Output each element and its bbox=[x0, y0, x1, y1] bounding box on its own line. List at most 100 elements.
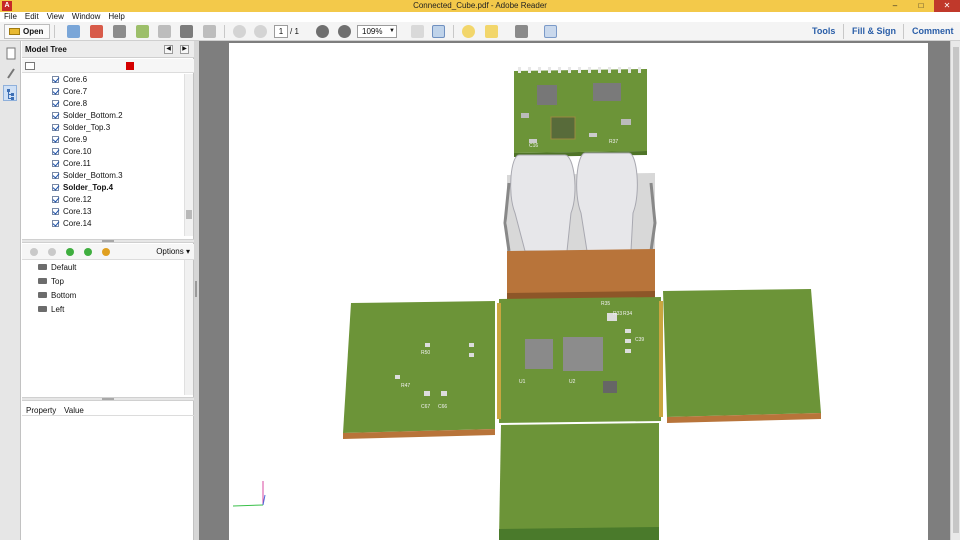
model-tree-header: Model Tree ◀ ▶ bbox=[22, 41, 194, 58]
page-thumbnails-icon[interactable] bbox=[3, 45, 17, 61]
right-pcb-board bbox=[663, 289, 821, 417]
menu-edit[interactable]: Edit bbox=[21, 12, 43, 22]
board-label: R50 bbox=[421, 350, 430, 356]
previous-page-icon[interactable] bbox=[233, 25, 246, 38]
home-icon[interactable] bbox=[102, 248, 110, 256]
comment-button[interactable]: Comment bbox=[912, 26, 954, 37]
checkbox-icon[interactable] bbox=[52, 184, 59, 191]
pdf-page[interactable]: R50 R47 C67 C66 R35 R33 R34 C39 U1 U2 C1… bbox=[229, 43, 928, 540]
tree-item[interactable]: Solder_Bottom.3 bbox=[52, 170, 123, 182]
tree-item[interactable]: Core.13 bbox=[52, 206, 91, 218]
delete-view-icon[interactable] bbox=[48, 248, 56, 256]
email-icon[interactable] bbox=[203, 25, 216, 38]
zoom-out-icon[interactable] bbox=[316, 25, 329, 38]
tree-item[interactable]: Solder_Bottom.2 bbox=[52, 110, 123, 122]
checkbox-icon[interactable] bbox=[52, 136, 59, 143]
tree-item[interactable]: Solder_Top.3 bbox=[52, 122, 110, 134]
color-picker-icon[interactable] bbox=[126, 62, 134, 70]
tree-item-label: Core.14 bbox=[63, 219, 92, 228]
tree-item[interactable]: Core.9 bbox=[52, 134, 87, 146]
expand-panel-icon[interactable]: ▶ bbox=[180, 45, 189, 54]
document-area: R50 R47 C67 C66 R35 R33 R34 C39 U1 U2 C1… bbox=[199, 41, 960, 540]
checkbox-icon[interactable] bbox=[52, 112, 59, 119]
checkbox-icon[interactable] bbox=[52, 148, 59, 155]
checkbox-icon[interactable] bbox=[52, 100, 59, 107]
fit-width-icon[interactable] bbox=[432, 25, 445, 38]
tree-item-label: Core.6 bbox=[63, 75, 88, 84]
minimize-button[interactable]: – bbox=[882, 0, 908, 12]
cloud-upload-icon[interactable] bbox=[136, 25, 149, 38]
navigation-pane bbox=[0, 41, 21, 540]
expand-icon[interactable] bbox=[515, 25, 528, 38]
view-item-top[interactable]: Top bbox=[38, 275, 64, 288]
checkbox-icon[interactable] bbox=[52, 172, 59, 179]
view-item-default[interactable]: Default bbox=[38, 261, 76, 274]
tree-options-icon[interactable] bbox=[25, 62, 35, 70]
tree-item[interactable]: Core.11 bbox=[52, 158, 91, 170]
add-view-icon[interactable] bbox=[30, 248, 38, 256]
view-item-left[interactable]: Left bbox=[38, 303, 64, 316]
views-scrollbar[interactable] bbox=[184, 260, 193, 395]
close-button[interactable]: ✕ bbox=[934, 0, 960, 12]
hand-tool-icon[interactable] bbox=[544, 25, 557, 38]
zoom-select[interactable]: 109% ▼ bbox=[357, 25, 397, 38]
menu-view[interactable]: View bbox=[43, 12, 68, 22]
ic-chip bbox=[525, 339, 553, 369]
fit-page-icon[interactable] bbox=[411, 25, 424, 38]
tree-item-selected[interactable]: Solder_Top.4 bbox=[52, 182, 113, 194]
fill-sign-button[interactable]: Fill & Sign bbox=[852, 26, 896, 37]
menu-file[interactable]: File bbox=[0, 12, 21, 22]
checkbox-icon[interactable] bbox=[52, 88, 59, 95]
board-label: C67 bbox=[421, 404, 430, 410]
options-dropdown[interactable]: Options ▾ bbox=[156, 247, 190, 257]
checkbox-icon[interactable] bbox=[52, 196, 59, 203]
model-tree-icon[interactable] bbox=[3, 85, 17, 101]
tree-scrollbar[interactable] bbox=[184, 74, 193, 236]
board-label: R33 bbox=[613, 311, 622, 317]
play-icon[interactable] bbox=[66, 248, 74, 256]
tree-item[interactable]: Core.14 bbox=[52, 218, 91, 230]
highlight-icon[interactable] bbox=[485, 25, 498, 38]
tree-item-label: Solder_Bottom.2 bbox=[63, 111, 123, 120]
open-button[interactable]: Open bbox=[4, 24, 51, 39]
menu-window[interactable]: Window bbox=[68, 12, 104, 22]
checkbox-icon[interactable] bbox=[52, 160, 59, 167]
views-toolbar: Options ▾ bbox=[22, 244, 194, 260]
3d-model-viewport[interactable]: R50 R47 C67 C66 R35 R33 R34 C39 U1 U2 C1… bbox=[229, 43, 928, 540]
create-pdf-icon[interactable] bbox=[67, 25, 80, 38]
page-number-input[interactable]: 1 bbox=[274, 25, 288, 38]
bga-chip bbox=[550, 116, 576, 140]
print-icon[interactable] bbox=[180, 25, 193, 38]
sticky-note-icon[interactable] bbox=[462, 25, 475, 38]
tree-scrollbar-thumb[interactable] bbox=[186, 210, 192, 219]
checkbox-icon[interactable] bbox=[52, 76, 59, 83]
pane-splitter[interactable] bbox=[22, 397, 194, 401]
pane-splitter[interactable] bbox=[22, 239, 194, 243]
view-item-bottom[interactable]: Bottom bbox=[38, 289, 76, 302]
main-toolbar: Open 1 / 1 109% ▼ Tools Fill & Sign Comm… bbox=[0, 22, 960, 41]
export-pdf-icon[interactable] bbox=[90, 25, 103, 38]
document-scrollbar[interactable] bbox=[950, 41, 960, 540]
tree-item[interactable]: Core.6 bbox=[52, 74, 87, 86]
tree-item[interactable]: Core.8 bbox=[52, 98, 87, 110]
document-scrollbar-thumb[interactable] bbox=[953, 47, 959, 533]
board-label: U2 bbox=[569, 379, 576, 385]
attachments-icon[interactable] bbox=[3, 65, 17, 81]
next-page-icon[interactable] bbox=[254, 25, 267, 38]
tree-item[interactable]: Core.7 bbox=[52, 86, 87, 98]
menu-help[interactable]: Help bbox=[104, 12, 128, 22]
checkbox-icon[interactable] bbox=[52, 208, 59, 215]
edit-pdf-icon[interactable] bbox=[113, 25, 126, 38]
open-button-label: Open bbox=[23, 27, 44, 36]
checkbox-icon[interactable] bbox=[52, 124, 59, 131]
play-next-icon[interactable] bbox=[84, 248, 92, 256]
tools-button[interactable]: Tools bbox=[812, 26, 835, 37]
maximize-button[interactable]: □ bbox=[908, 0, 934, 12]
tree-item[interactable]: Core.12 bbox=[52, 194, 91, 206]
tree-item[interactable]: Core.10 bbox=[52, 146, 91, 158]
save-icon[interactable] bbox=[158, 25, 171, 38]
zoom-in-icon[interactable] bbox=[338, 25, 351, 38]
checkbox-icon[interactable] bbox=[52, 220, 59, 227]
collapse-panel-icon[interactable]: ◀ bbox=[164, 45, 173, 54]
menu-bar: File Edit View Window Help bbox=[0, 12, 960, 22]
